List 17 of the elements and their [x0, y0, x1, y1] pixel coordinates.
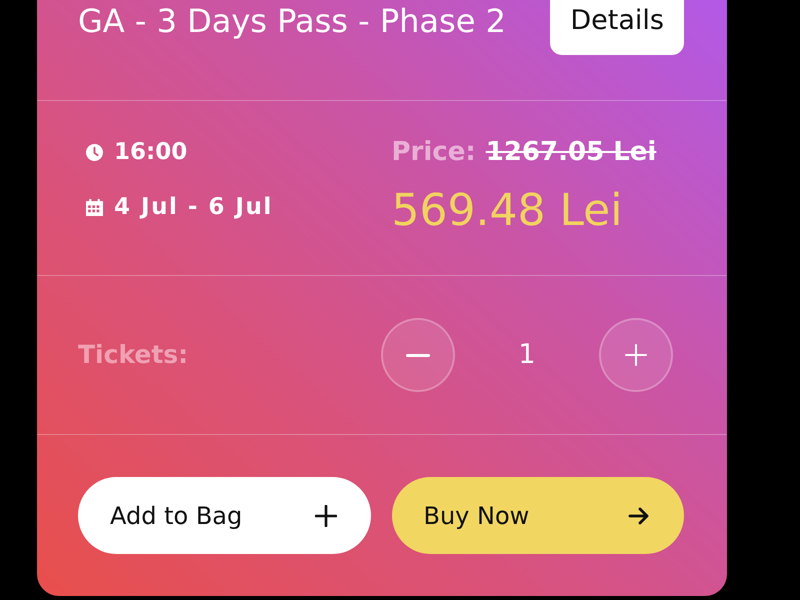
price-label: Price: — [392, 136, 476, 168]
calendar-icon — [86, 198, 103, 216]
arrow-right-icon — [628, 504, 650, 526]
current-price: 569.48 Lei — [392, 185, 624, 237]
plus-icon — [314, 504, 336, 526]
ticket-title: GA - 3 Days Pass - Phase 2 — [78, 1, 506, 42]
original-price: 1267.05 Lei — [486, 136, 656, 168]
details-button[interactable]: Details — [550, 0, 684, 55]
add-to-bag-button[interactable]: Add to Bag — [78, 477, 370, 554]
tickets-label: Tickets: — [78, 339, 188, 372]
plus-icon — [625, 344, 647, 366]
clock-icon — [86, 144, 103, 160]
ticket-quantity: 1 — [517, 338, 537, 372]
event-dates: 4 Jul - 6 Jul — [114, 192, 273, 222]
event-time: 16:00 — [114, 138, 188, 167]
buy-now-button[interactable]: Buy Now — [392, 477, 684, 554]
minus-icon — [406, 354, 430, 356]
